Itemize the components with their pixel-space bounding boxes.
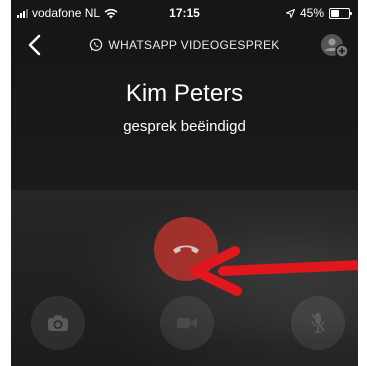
phone-screen: vodafone NL 17:15 45% WHATSAPP VIDEOGESP…: [11, 0, 358, 366]
video-toggle-button[interactable]: [160, 296, 214, 350]
header-title: WHATSAPP VIDEOGESPREK: [11, 38, 358, 52]
status-right: 45%: [285, 6, 352, 20]
status-bar: vodafone NL 17:15 45%: [11, 0, 358, 26]
switch-camera-icon: [48, 315, 68, 331]
whatsapp-icon: [90, 38, 103, 52]
battery-percent: 45%: [299, 6, 324, 20]
mute-button[interactable]: [291, 296, 345, 350]
mic-muted-icon: [311, 313, 325, 333]
battery-icon: [329, 7, 352, 19]
video-off-icon: [177, 318, 197, 328]
add-participant-icon[interactable]: [320, 33, 350, 59]
switch-camera-button[interactable]: [31, 296, 85, 350]
battery-fill: [331, 9, 339, 17]
call-status: gesprek beëindigd: [123, 118, 246, 135]
caller-name: Kim Peters: [125, 80, 244, 107]
annotation-arrow-icon: [190, 246, 358, 296]
header-title-text: WHATSAPP VIDEOGESPREK: [108, 38, 280, 52]
location-icon: [285, 8, 295, 18]
